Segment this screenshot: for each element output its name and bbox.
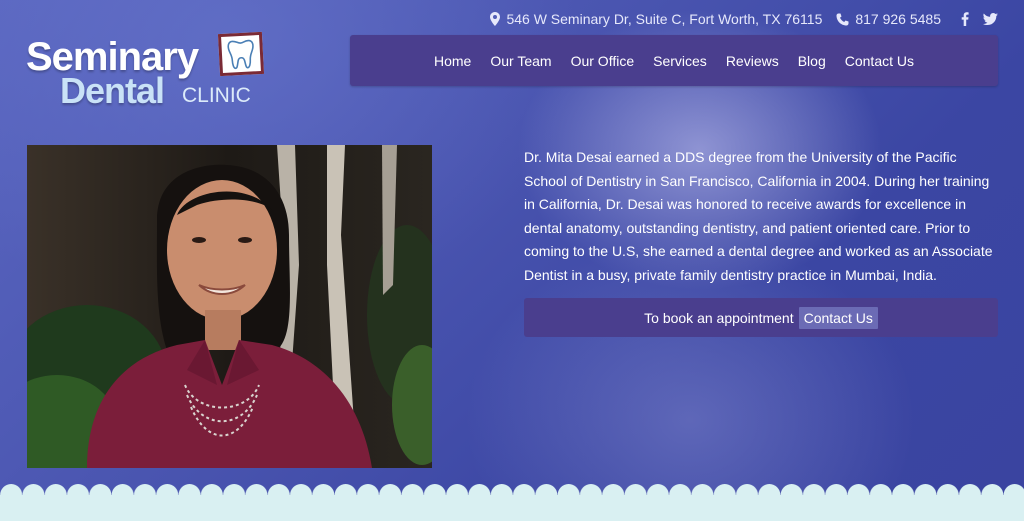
address-text: 546 W Seminary Dr, Suite C, Fort Worth, … <box>506 11 823 27</box>
phone-item[interactable]: 817 926 5485 <box>836 11 941 27</box>
nav-item-blog[interactable]: Blog <box>788 53 835 69</box>
phone-text[interactable]: 817 926 5485 <box>855 11 941 27</box>
cta-text: To book an appointment <box>644 309 794 326</box>
scalloped-footer-border <box>0 484 1024 521</box>
logo-line-dental: Dental <box>60 70 165 111</box>
dentist-photo <box>27 145 432 468</box>
dentist-bio: Dr. Mita Desai earned a DDS degree from … <box>524 149 993 283</box>
nav-item-reviews[interactable]: Reviews <box>716 53 788 69</box>
social-links <box>961 12 998 26</box>
phone-icon <box>836 13 849 25</box>
contact-us-link[interactable]: Contact Us <box>798 306 878 329</box>
tooth-icon <box>217 31 265 77</box>
appointment-cta: To book an appointment Contact Us <box>524 298 998 337</box>
main-navigation: Home Our Team Our Office Services Review… <box>350 35 998 86</box>
top-info-bar: 546 W Seminary Dr, Suite C, Fort Worth, … <box>490 10 998 28</box>
nav-item-our-team[interactable]: Our Team <box>481 53 561 69</box>
nav-item-our-office[interactable]: Our Office <box>561 53 644 69</box>
nav-item-services[interactable]: Services <box>644 53 717 69</box>
nav-item-home[interactable]: Home <box>425 53 481 69</box>
facebook-icon[interactable] <box>961 12 969 26</box>
logo-line-clinic: CLINIC <box>182 84 251 107</box>
map-pin-icon <box>490 12 501 26</box>
site-logo[interactable]: Seminary Dental CLINIC <box>26 31 271 113</box>
nav-item-contact-us[interactable]: Contact Us <box>835 53 923 69</box>
twitter-icon[interactable] <box>983 13 998 25</box>
address-item: 546 W Seminary Dr, Suite C, Fort Worth, … <box>490 11 822 27</box>
